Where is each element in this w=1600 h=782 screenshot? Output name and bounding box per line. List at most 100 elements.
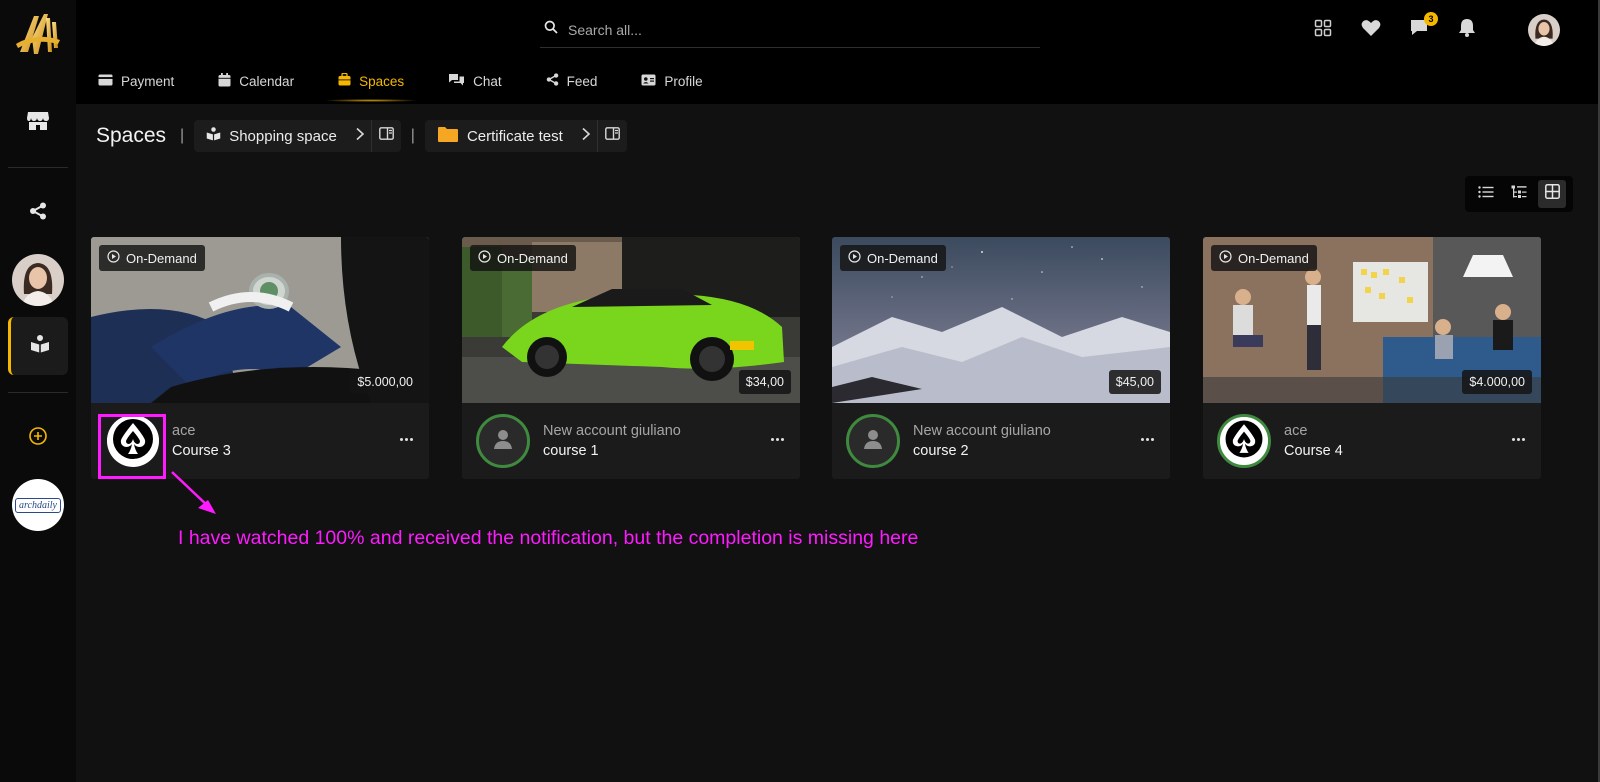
- tab-chat-label: Chat: [473, 73, 502, 89]
- side-panel-icon: [604, 127, 620, 145]
- annotation-highlight-box: [98, 414, 166, 479]
- list-view-button[interactable]: [1472, 180, 1500, 208]
- credit-card-icon: [98, 74, 113, 89]
- sidebar-add-button[interactable]: [8, 409, 68, 467]
- breadcrumb-label: Certificate test: [466, 127, 563, 145]
- notifications-button[interactable]: [1453, 16, 1481, 44]
- tree-list-icon: [1511, 185, 1527, 204]
- breadcrumb-expand-button[interactable]: [575, 120, 597, 152]
- course-card[interactable]: On-Demand $45,00 New account giuliano co…: [832, 237, 1170, 479]
- course-card[interactable]: On-Demand $4.000,00 ace Course 4: [1203, 237, 1541, 479]
- on-demand-badge: On-Demand: [1211, 245, 1317, 271]
- price-badge: $5.000,00: [350, 370, 420, 394]
- more-options-button[interactable]: [1509, 433, 1527, 445]
- app-logo[interactable]: [14, 8, 62, 60]
- archdaily-avatar[interactable]: archdaily: [12, 479, 64, 531]
- favorites-button[interactable]: [1357, 16, 1385, 44]
- tab-chat[interactable]: Chat: [426, 64, 524, 98]
- breadcrumb-separator: |: [410, 127, 415, 144]
- owner-name: New account giuliano: [913, 423, 1051, 439]
- on-demand-label: On-Demand: [1238, 250, 1309, 266]
- briefcase-icon: [338, 72, 351, 89]
- more-options-button[interactable]: [1138, 433, 1156, 445]
- owner-name: New account giuliano: [543, 423, 681, 439]
- grid-view-button[interactable]: [1538, 180, 1567, 208]
- more-horizontal-icon: [1140, 437, 1154, 441]
- chevron-right-icon: [581, 127, 591, 146]
- breadcrumb-separator: |: [180, 127, 185, 144]
- course-title[interactable]: Course 3: [172, 443, 231, 459]
- on-demand-badge: On-Demand: [840, 245, 946, 271]
- apps-grid-icon: [1314, 19, 1332, 42]
- chat-icon: [448, 73, 465, 89]
- user-avatar[interactable]: [12, 254, 64, 306]
- on-demand-label: On-Demand: [867, 250, 938, 266]
- more-horizontal-icon: [1511, 437, 1525, 441]
- tab-payment-label: Payment: [121, 73, 175, 89]
- heart-icon: [1361, 19, 1381, 42]
- sidebar-divider: [8, 392, 68, 393]
- tab-calendar[interactable]: Calendar: [196, 64, 316, 98]
- annotation-note: I have watched 100% and received the not…: [178, 527, 919, 549]
- share-icon: [546, 73, 559, 89]
- side-panel-icon: [378, 127, 394, 145]
- owner-name: ace: [1284, 423, 1308, 439]
- play-circle-icon: [107, 250, 120, 266]
- top-header: 3 Payment Calendar Spaces Chat Feed: [76, 0, 1600, 104]
- more-horizontal-icon: [770, 437, 784, 441]
- more-options-button[interactable]: [397, 433, 415, 445]
- default-user-icon: [491, 427, 515, 456]
- sidebar-share-button[interactable]: [8, 184, 68, 242]
- tab-spaces-label: Spaces: [359, 73, 405, 89]
- main-nav: Payment Calendar Spaces Chat Feed Profil…: [76, 64, 725, 104]
- profile-avatar[interactable]: [1528, 14, 1560, 46]
- page-title: Spaces: [96, 124, 167, 147]
- left-sidebar: archdaily: [0, 0, 76, 782]
- search-input[interactable]: [568, 21, 1008, 38]
- tab-calendar-label: Calendar: [239, 73, 295, 89]
- spade-logo-icon: [1220, 417, 1268, 465]
- apps-button[interactable]: [1309, 16, 1337, 44]
- more-options-button[interactable]: [768, 433, 786, 445]
- tab-profile[interactable]: Profile: [619, 64, 724, 98]
- share-icon: [29, 202, 47, 225]
- tab-feed[interactable]: Feed: [524, 64, 620, 98]
- sidebar-store-button[interactable]: [8, 94, 68, 152]
- breadcrumb-expand-button[interactable]: [349, 120, 371, 152]
- sidebar-spaces-button[interactable]: [8, 317, 68, 375]
- price-badge: $34,00: [738, 370, 791, 394]
- book-icon: [206, 127, 221, 145]
- owner-avatar[interactable]: [846, 414, 900, 468]
- id-card-icon: [641, 74, 656, 89]
- course-title[interactable]: Course 4: [1284, 443, 1343, 459]
- list-icon: [1477, 185, 1494, 203]
- more-horizontal-icon: [399, 437, 413, 441]
- on-demand-label: On-Demand: [126, 250, 197, 266]
- certificate-test-link[interactable]: Certificate test: [425, 120, 575, 152]
- tab-spaces[interactable]: Spaces: [316, 64, 426, 102]
- tab-payment[interactable]: Payment: [76, 64, 196, 98]
- price-badge: $4.000,00: [1462, 370, 1532, 394]
- breadcrumb-item-certificate-test: Certificate test: [424, 120, 627, 152]
- breadcrumb-panel-button[interactable]: [370, 120, 401, 152]
- course-title[interactable]: course 1: [543, 443, 599, 459]
- breadcrumb-panel-button[interactable]: [596, 120, 627, 152]
- play-circle-icon: [478, 250, 491, 266]
- book-icon: [30, 334, 50, 358]
- course-card[interactable]: On-Demand $34,00 New account giuliano co…: [462, 237, 800, 479]
- play-circle-icon: [848, 250, 861, 266]
- owner-avatar[interactable]: [1217, 414, 1271, 468]
- sidebar-divider: [8, 167, 68, 168]
- course-title[interactable]: course 2: [913, 443, 969, 459]
- play-circle-icon: [1219, 250, 1232, 266]
- tree-view-button[interactable]: [1505, 180, 1533, 208]
- messages-button[interactable]: 3: [1405, 12, 1438, 44]
- owner-avatar[interactable]: [476, 414, 530, 468]
- main-content: Spaces | Shopping space | Certificate te…: [76, 104, 1598, 782]
- plus-circle-icon: [28, 426, 48, 451]
- calendar-icon: [218, 72, 231, 90]
- search-icon: [544, 20, 558, 39]
- owner-name: ace: [172, 423, 196, 439]
- shopping-space-link[interactable]: Shopping space: [194, 120, 349, 152]
- tab-feed-label: Feed: [566, 73, 598, 89]
